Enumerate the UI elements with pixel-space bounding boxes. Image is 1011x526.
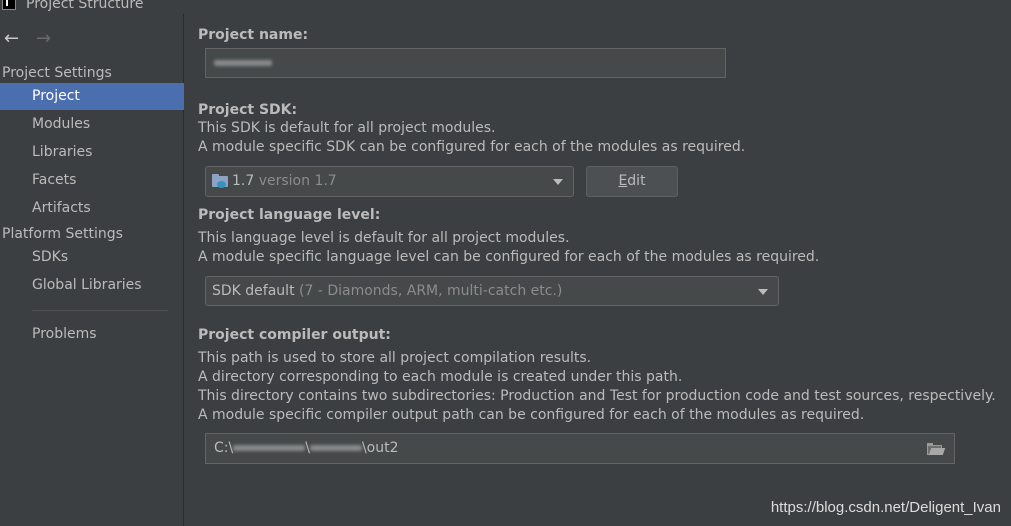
- section-header-project-settings: Project Settings: [2, 65, 112, 81]
- edit-sdk-button[interactable]: Edit: [586, 166, 678, 197]
- chevron-down-icon: [553, 179, 563, 185]
- sidebar-item-facets[interactable]: Facets: [0, 167, 184, 194]
- compiler-output-label: Project compiler output:: [198, 327, 391, 343]
- path-suffix: out2: [366, 440, 399, 456]
- sidebar-item-global-libraries[interactable]: Global Libraries: [0, 272, 184, 299]
- section-header-platform-settings: Platform Settings: [2, 226, 123, 242]
- intellij-app-icon: [2, 0, 16, 10]
- redacted-path-1: [233, 445, 306, 451]
- language-level-label: Project language level:: [198, 207, 381, 223]
- sdk-selected-name: 1.7: [232, 173, 255, 189]
- language-level-value: SDK default: [212, 283, 295, 299]
- sidebar-item-artifacts[interactable]: Artifacts: [0, 195, 184, 222]
- project-sdk-combo[interactable]: 1.7 version 1.7: [205, 166, 574, 197]
- language-level-combo[interactable]: SDK default (7 - Diamonds, ARM, multi-ca…: [205, 276, 779, 306]
- sidebar: ← → Project Settings Project Modules Lib…: [0, 14, 184, 526]
- sidebar-item-sdks[interactable]: SDKs: [0, 244, 184, 271]
- title-bar: Project Structure: [0, 0, 1011, 14]
- sidebar-item-libraries[interactable]: Libraries: [0, 139, 184, 166]
- compiler-output-path-input[interactable]: C:\ \ \out2: [205, 433, 955, 464]
- redacted-path-2: [309, 445, 362, 451]
- project-sdk-desc-2: A module specific SDK can be configured …: [198, 139, 746, 155]
- project-name-input[interactable]: [205, 48, 726, 78]
- language-level-detail: (7 - Diamonds, ARM, multi-catch etc.): [299, 283, 563, 299]
- sidebar-item-problems[interactable]: Problems: [0, 321, 184, 348]
- path-prefix: C:\: [214, 440, 234, 456]
- project-sdk-desc-1: This SDK is default for all project modu…: [198, 120, 496, 136]
- edit-label-rest: dit: [627, 173, 646, 189]
- history-nav: ← →: [4, 30, 64, 48]
- watermark: https://blog.csdn.net/Deligent_Ivan: [770, 499, 1001, 516]
- sidebar-divider: [32, 310, 168, 311]
- compiler-output-desc-3: This directory contains two subdirectori…: [198, 388, 996, 404]
- project-name-label: Project name:: [198, 27, 309, 43]
- sdk-selected-version: version 1.7: [258, 173, 337, 189]
- back-arrow-icon[interactable]: ←: [4, 30, 19, 48]
- compiler-output-desc-2: A directory corresponding to each module…: [198, 369, 683, 385]
- chevron-down-icon: [758, 289, 768, 295]
- window-title: Project Structure: [26, 0, 144, 12]
- sidebar-item-modules[interactable]: Modules: [0, 111, 184, 138]
- forward-arrow-icon[interactable]: →: [36, 30, 51, 48]
- language-level-desc-1: This language level is default for all p…: [198, 230, 570, 246]
- project-settings-panel: Project name: Project SDK: This SDK is d…: [185, 14, 1011, 526]
- redacted-project-name: [214, 60, 272, 66]
- compiler-output-desc-1: This path is used to store all project c…: [198, 350, 592, 366]
- language-level-desc-2: A module specific language level can be …: [198, 249, 820, 265]
- project-sdk-label: Project SDK:: [198, 102, 298, 118]
- sidebar-item-project[interactable]: Project: [0, 83, 184, 110]
- sdk-folder-icon: [212, 174, 228, 188]
- compiler-output-desc-4: A module specific compiler output path c…: [198, 407, 865, 423]
- folder-open-icon[interactable]: [927, 443, 946, 455]
- edit-mnemonic: E: [618, 173, 628, 189]
